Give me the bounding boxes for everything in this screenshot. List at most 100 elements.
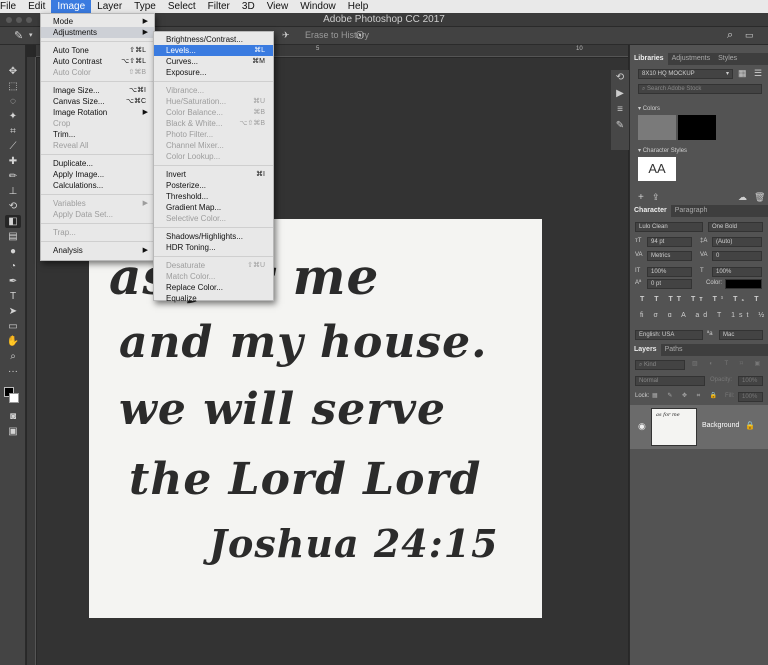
menu-item-apply-image[interactable]: Apply Image... (41, 169, 154, 180)
close-window-icon[interactable] (6, 17, 12, 23)
gradient-tool-icon[interactable]: ▤ (5, 230, 21, 243)
menu-item-replace-color[interactable]: Replace Color... (154, 282, 273, 293)
font-size-field[interactable]: 94 pt (647, 237, 692, 247)
opacity-field[interactable]: 100% (738, 376, 763, 386)
tracking-field[interactable]: 0 (712, 251, 762, 261)
brush-panel-icon[interactable]: ✎ (611, 118, 629, 134)
lasso-tool-icon[interactable]: ◌ (5, 95, 21, 108)
menu-file[interactable]: File (0, 0, 22, 13)
airbrush-icon[interactable]: ✈ (282, 30, 290, 41)
menu-select[interactable]: Select (162, 0, 202, 13)
menu-item-canvas-size[interactable]: Canvas Size... ⌥⌘C (41, 96, 154, 107)
menu-layer[interactable]: Layer (91, 0, 128, 13)
hand-tool-icon[interactable]: ✋ (5, 335, 21, 348)
zoom-tool-icon[interactable]: ⌕ (5, 350, 21, 363)
language-select[interactable]: English: USA (635, 330, 703, 340)
tab-libraries[interactable]: Libraries (630, 53, 668, 65)
menu-item-gradient-map[interactable]: Gradient Map... (154, 202, 273, 213)
move-tool-icon[interactable]: ✥ (5, 65, 21, 78)
menu-help[interactable]: Help (342, 0, 375, 13)
stock-search-input[interactable]: ⌕ Search Adobe Stock (638, 84, 762, 94)
opentype-buttons[interactable]: ﬁ σ ɑ A ad T 1st ½ (640, 312, 768, 319)
library-color-swatch[interactable] (678, 115, 716, 140)
lock-icons[interactable]: ▦ ✎ ✥ ⌗ 🔒 (652, 392, 721, 400)
quick-mask-icon[interactable]: ◙ (5, 410, 21, 423)
eye-icon[interactable]: ◉ (638, 421, 646, 432)
menu-item-calculations[interactable]: Calculations... (41, 180, 154, 191)
pen-tool-icon[interactable]: ✒ (5, 275, 21, 288)
menu-item-levels[interactable]: Levels... ⌘L (154, 45, 273, 56)
tab-styles[interactable]: Styles (714, 53, 741, 65)
layer-filter-select[interactable]: ⌕ Kind (635, 360, 685, 370)
fill-field[interactable]: 100% (738, 392, 763, 402)
baseline-shift-field[interactable]: 0 pt (647, 279, 692, 289)
layer-row[interactable]: ◉ as for me Background 🔒 (630, 405, 768, 449)
font-family-select[interactable]: Lulo Clean (635, 222, 703, 232)
workspace-icon[interactable]: ▭ (745, 30, 754, 41)
menu-3d[interactable]: 3D (236, 0, 261, 13)
eraser-tool-icon[interactable]: ◧ (5, 215, 21, 228)
menu-item-auto-tone[interactable]: Auto Tone ⇧⌘L (41, 45, 154, 56)
menu-image[interactable]: Image (51, 0, 92, 13)
brush-tool-icon[interactable]: ✏ (5, 170, 21, 183)
history-panel-icon[interactable]: ⟲ (611, 70, 629, 86)
menu-item-mode[interactable]: Mode ▶ (41, 16, 154, 27)
marquee-tool-icon[interactable]: ⬚ (5, 80, 21, 93)
menu-item-posterize[interactable]: Posterize... (154, 180, 273, 191)
menu-item-analysis[interactable]: Analysis ▶ (41, 245, 154, 256)
eraser-preset-icon[interactable]: ✎ (14, 29, 23, 42)
menu-item-image-size[interactable]: Image Size... ⌥⌘I (41, 85, 154, 96)
history-brush-tool-icon[interactable]: ⟲ (5, 200, 21, 213)
grid-view-icon[interactable]: ▦ (738, 68, 747, 79)
path-select-tool-icon[interactable]: ➤ (5, 305, 21, 318)
more-tools-icon[interactable]: ··· (5, 365, 21, 378)
menu-edit[interactable]: Edit (22, 0, 51, 13)
list-view-icon[interactable]: ☰ (754, 68, 762, 79)
menu-item-brightness-contrast[interactable]: Brightness/Contrast... (154, 34, 273, 45)
preset-dropdown-icon[interactable]: ▾ (29, 31, 33, 39)
menu-item-trim[interactable]: Trim... (41, 129, 154, 140)
menu-window[interactable]: Window (294, 0, 342, 13)
pressure-icon[interactable]: ☉ (355, 29, 365, 42)
tab-character[interactable]: Character (630, 205, 671, 217)
menu-item-equalize[interactable]: Equalize (154, 293, 273, 304)
crop-tool-icon[interactable]: ⌗ (5, 125, 21, 138)
text-color-swatch[interactable] (725, 279, 762, 289)
library-select[interactable]: 8X10 HQ MOCKUP ▾ (638, 69, 733, 79)
menu-item-shadows-highlights[interactable]: Shadows/Highlights... (154, 231, 273, 242)
antialias-select[interactable]: Mac (719, 330, 763, 340)
menu-item-curves[interactable]: Curves... ⌘M (154, 56, 273, 67)
screen-mode-icon[interactable]: ▣ (5, 425, 21, 438)
upload-icon[interactable]: ⇪ (652, 192, 660, 203)
shape-tool-icon[interactable]: ▭ (5, 320, 21, 333)
library-color-swatch[interactable] (638, 115, 676, 140)
type-style-buttons[interactable]: T T TT Tт T¹ T₁ T T (640, 296, 768, 303)
background-color-swatch[interactable] (9, 393, 19, 403)
tab-paragraph[interactable]: Paragraph (671, 205, 712, 217)
menu-item-image-rotation[interactable]: Image Rotation ▶ (41, 107, 154, 118)
quick-select-tool-icon[interactable]: ✦ (5, 110, 21, 123)
zoom-window-icon[interactable] (26, 17, 32, 23)
minimize-window-icon[interactable] (16, 17, 22, 23)
leading-field[interactable]: (Auto) (712, 237, 762, 247)
eyedropper-tool-icon[interactable]: ⟋ (5, 140, 21, 153)
kerning-field[interactable]: Metrics (647, 251, 692, 261)
tab-paths[interactable]: Paths (661, 344, 687, 356)
properties-panel-icon[interactable]: ≡ (611, 102, 629, 118)
font-style-select[interactable]: One Bold (708, 222, 763, 232)
vertical-scale-field[interactable]: 100% (647, 267, 692, 277)
cloud-icon[interactable]: ☁ (738, 192, 747, 203)
blend-mode-select[interactable]: Normal (635, 376, 705, 386)
blur-tool-icon[interactable]: ● (5, 245, 21, 258)
tab-layers[interactable]: Layers (630, 344, 661, 356)
clone-stamp-tool-icon[interactable]: ⊥ (5, 185, 21, 198)
trash-icon[interactable]: 🗑 (754, 192, 765, 203)
menu-item-hdr-toning[interactable]: HDR Toning... (154, 242, 273, 253)
menu-item-auto-contrast[interactable]: Auto Contrast ⌥⇧⌘L (41, 56, 154, 67)
healing-brush-tool-icon[interactable]: ✚ (5, 155, 21, 168)
menu-view[interactable]: View (261, 0, 295, 13)
type-tool-icon[interactable]: T (5, 290, 21, 303)
menu-item-exposure[interactable]: Exposure... (154, 67, 273, 78)
horizontal-scale-field[interactable]: 100% (712, 267, 762, 277)
character-style-thumbnail[interactable]: AA (638, 157, 676, 181)
